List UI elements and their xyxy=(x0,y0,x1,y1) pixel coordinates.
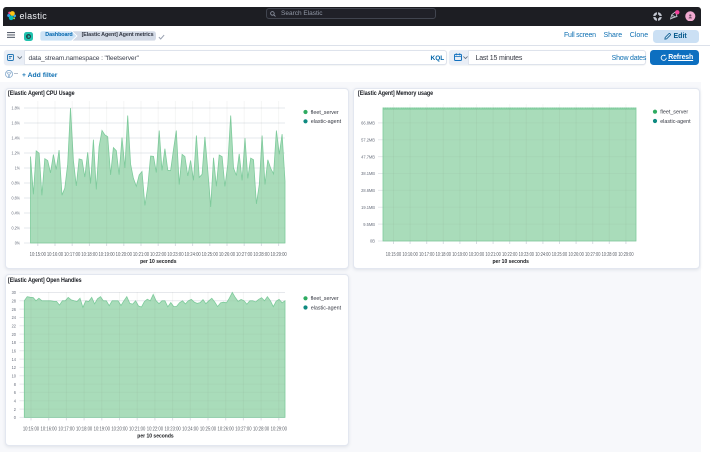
svg-text:10:29:00: 10:29:00 xyxy=(271,426,288,432)
svg-text:1.6%: 1.6% xyxy=(12,121,21,127)
svg-text:12: 12 xyxy=(12,365,17,371)
svg-text:10:16:00: 10:16:00 xyxy=(47,252,64,258)
svg-text:10:23:00: 10:23:00 xyxy=(519,252,535,258)
svg-text:10:26:00: 10:26:00 xyxy=(568,252,584,258)
svg-text:22: 22 xyxy=(12,324,17,330)
svg-text:0.4%: 0.4% xyxy=(12,211,21,217)
svg-text:10:19:00: 10:19:00 xyxy=(98,252,115,258)
svg-text:10:26:00: 10:26:00 xyxy=(219,252,236,258)
svg-text:per 10 seconds: per 10 seconds xyxy=(140,259,176,265)
svg-text:10:21:00: 10:21:00 xyxy=(129,426,146,432)
svg-text:57.2MB: 57.2MB xyxy=(361,138,375,144)
svg-text:0B: 0B xyxy=(370,239,375,245)
svg-text:14: 14 xyxy=(12,357,17,363)
svg-text:20: 20 xyxy=(12,332,17,338)
svg-text:10:16:00: 10:16:00 xyxy=(41,426,58,432)
svg-text:10:22:00: 10:22:00 xyxy=(147,426,164,432)
svg-text:10:24:00: 10:24:00 xyxy=(535,252,551,258)
svg-text:10:17:00: 10:17:00 xyxy=(58,426,75,432)
svg-text:0%: 0% xyxy=(15,241,21,247)
svg-text:10:15:00: 10:15:00 xyxy=(386,252,402,258)
svg-text:10:23:00: 10:23:00 xyxy=(164,426,181,432)
svg-text:10:15:00: 10:15:00 xyxy=(30,252,47,258)
svg-text:10:24:00: 10:24:00 xyxy=(184,252,201,258)
svg-text:0.6%: 0.6% xyxy=(12,196,21,202)
svg-text:10:20:00: 10:20:00 xyxy=(116,252,133,258)
svg-text:6: 6 xyxy=(14,390,16,396)
svg-text:per 10 seconds: per 10 seconds xyxy=(493,259,529,265)
svg-text:10:23:00: 10:23:00 xyxy=(167,252,184,258)
svg-text:10:18:00: 10:18:00 xyxy=(436,252,452,258)
svg-text:0.8%: 0.8% xyxy=(12,181,21,187)
svg-text:8: 8 xyxy=(14,382,16,388)
svg-text:28: 28 xyxy=(12,299,17,305)
svg-text:10: 10 xyxy=(12,374,17,380)
svg-text:10:25:00: 10:25:00 xyxy=(552,252,568,258)
svg-text:10:20:00: 10:20:00 xyxy=(469,252,485,258)
svg-text:10:16:00: 10:16:00 xyxy=(402,252,418,258)
svg-text:10:22:00: 10:22:00 xyxy=(150,252,167,258)
svg-text:0.2%: 0.2% xyxy=(12,226,21,232)
svg-text:10:15:00: 10:15:00 xyxy=(23,426,40,432)
svg-text:10:19:00: 10:19:00 xyxy=(452,252,468,258)
svg-text:10:21:00: 10:21:00 xyxy=(485,252,501,258)
svg-text:28.6MB: 28.6MB xyxy=(361,188,375,194)
svg-text:10:27:00: 10:27:00 xyxy=(235,426,252,432)
svg-text:1%: 1% xyxy=(15,166,21,172)
svg-text:fleet_server: fleet_server xyxy=(660,110,688,116)
svg-text:10:18:00: 10:18:00 xyxy=(76,426,93,432)
svg-text:10:19:00: 10:19:00 xyxy=(94,426,111,432)
svg-text:4: 4 xyxy=(14,398,16,404)
svg-text:fleet_server: fleet_server xyxy=(311,296,339,302)
svg-text:fleet_server: fleet_server xyxy=(311,110,339,116)
svg-text:10:28:00: 10:28:00 xyxy=(253,426,270,432)
svg-text:10:18:00: 10:18:00 xyxy=(81,252,98,258)
svg-text:26: 26 xyxy=(12,307,17,313)
svg-text:10:29:00: 10:29:00 xyxy=(270,252,287,258)
svg-text:10:17:00: 10:17:00 xyxy=(64,252,81,258)
svg-text:1.8%: 1.8% xyxy=(12,106,21,112)
svg-text:10:17:00: 10:17:00 xyxy=(419,252,435,258)
svg-text:19.1MB: 19.1MB xyxy=(361,205,375,211)
svg-text:9.5MB: 9.5MB xyxy=(363,222,375,228)
svg-text:38.1MB: 38.1MB xyxy=(361,171,375,177)
svg-text:10:25:00: 10:25:00 xyxy=(200,426,217,432)
svg-text:per 10 seconds: per 10 seconds xyxy=(137,434,173,440)
svg-text:10:27:00: 10:27:00 xyxy=(585,252,601,258)
svg-text:0: 0 xyxy=(14,415,16,421)
svg-text:10:27:00: 10:27:00 xyxy=(236,252,253,258)
svg-text:10:21:00: 10:21:00 xyxy=(133,252,150,258)
svg-text:10:25:00: 10:25:00 xyxy=(202,252,219,258)
svg-text:elastic-agent: elastic-agent xyxy=(311,119,342,125)
svg-text:elastic-agent: elastic-agent xyxy=(660,119,691,125)
svg-text:47.7MB: 47.7MB xyxy=(361,154,375,160)
svg-text:10:28:00: 10:28:00 xyxy=(602,252,618,258)
svg-text:2: 2 xyxy=(14,407,16,413)
svg-text:10:24:00: 10:24:00 xyxy=(182,426,199,432)
svg-text:10:29:00: 10:29:00 xyxy=(618,252,634,258)
svg-text:10:22:00: 10:22:00 xyxy=(502,252,518,258)
svg-text:10:20:00: 10:20:00 xyxy=(111,426,128,432)
svg-text:1.4%: 1.4% xyxy=(12,136,21,142)
svg-text:30: 30 xyxy=(12,290,17,296)
svg-text:66.8MB: 66.8MB xyxy=(361,121,375,127)
svg-text:24: 24 xyxy=(12,315,17,321)
svg-text:10:28:00: 10:28:00 xyxy=(253,252,270,258)
svg-text:1.2%: 1.2% xyxy=(12,151,21,157)
svg-text:18: 18 xyxy=(12,340,17,346)
svg-text:10:26:00: 10:26:00 xyxy=(218,426,235,432)
svg-text:16: 16 xyxy=(12,349,17,355)
svg-text:elastic-agent: elastic-agent xyxy=(311,305,342,311)
